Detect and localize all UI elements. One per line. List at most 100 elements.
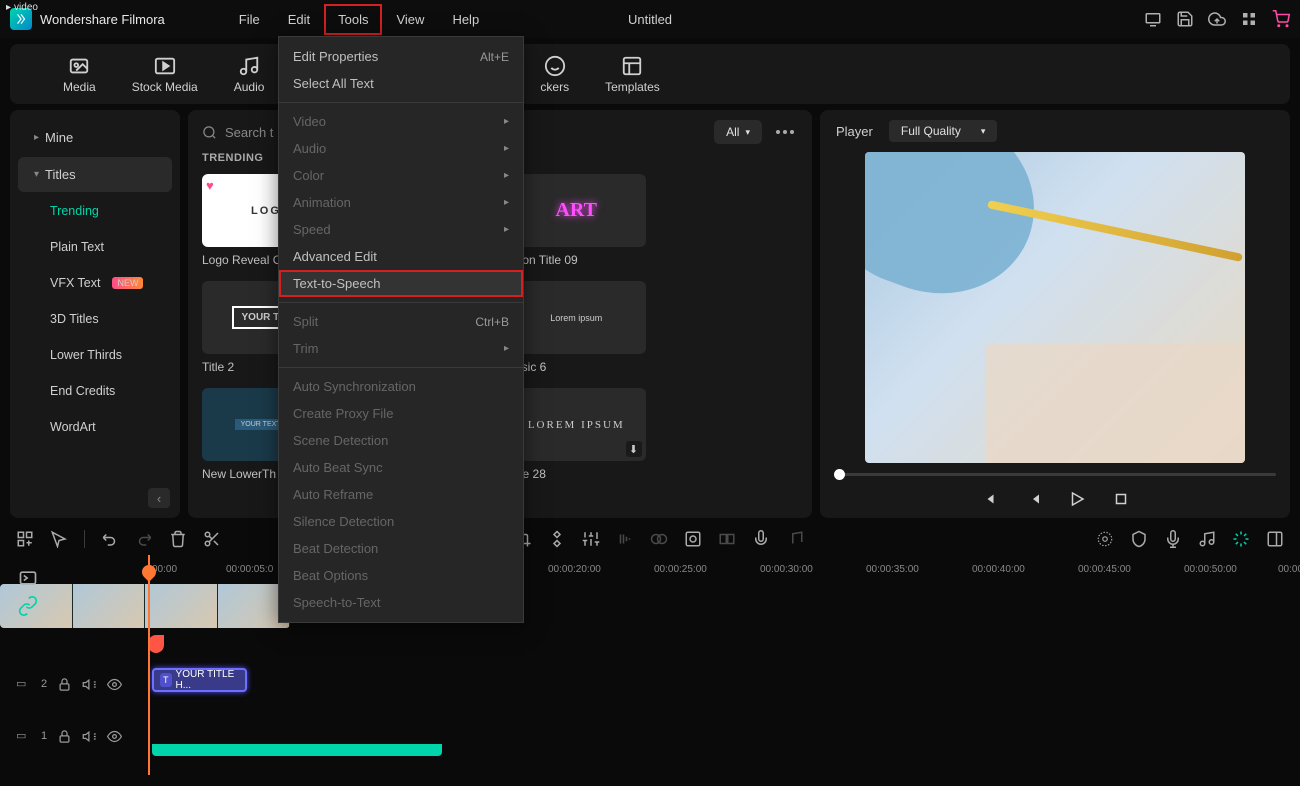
thumb-title28[interactable]: LOREM IPSUM⬇Title 28 (507, 388, 646, 481)
preview-viewport[interactable] (865, 152, 1245, 463)
voice-button[interactable] (752, 530, 770, 548)
app-name: Wondershare Filmora (40, 12, 165, 27)
lock-icon[interactable] (57, 677, 72, 692)
display-icon[interactable] (1144, 10, 1162, 28)
sidebar-wordart[interactable]: WordArt (18, 410, 172, 444)
menu-file[interactable]: File (225, 4, 274, 35)
search-icon (202, 125, 217, 140)
snap-button[interactable] (1232, 530, 1250, 548)
thumb-neon[interactable]: ARTNeon Title 09 (507, 174, 646, 267)
track-1-controls: ▭ 1 (16, 720, 144, 752)
music-button[interactable] (1198, 530, 1216, 548)
dd-silence[interactable]: Silence Detection (279, 508, 523, 535)
sidebar-plain-text[interactable]: Plain Text (18, 230, 172, 264)
mute-icon[interactable] (82, 729, 97, 744)
mask-button[interactable] (650, 530, 668, 548)
audio-mix-button[interactable] (786, 530, 804, 548)
select-tool-button[interactable] (50, 530, 68, 548)
tab-templates[interactable]: Templates (587, 55, 678, 94)
visibility-icon[interactable] (107, 729, 122, 744)
collapse-sidebar-button[interactable]: ‹ (148, 488, 170, 508)
sidebar-mine[interactable]: ▸Mine (18, 120, 172, 155)
sidebar-end-credits[interactable]: End Credits (18, 374, 172, 408)
tab-media[interactable]: Media (45, 55, 114, 94)
dd-advanced-edit[interactable]: Advanced Edit (279, 243, 523, 270)
timeline-zoom-button[interactable] (18, 568, 38, 588)
preview-scrubber[interactable] (834, 473, 1276, 476)
save-icon[interactable] (1176, 10, 1194, 28)
download-icon[interactable]: ⬇ (626, 441, 642, 457)
undo-button[interactable] (101, 530, 119, 548)
playhead[interactable] (148, 555, 150, 775)
dd-animation[interactable]: Animation▸ (279, 189, 523, 216)
tab-stock-media[interactable]: Stock Media (114, 55, 216, 94)
dd-text-to-speech[interactable]: Text-to-Speech (279, 270, 523, 297)
cloud-icon[interactable] (1208, 10, 1226, 28)
filter-all-dropdown[interactable]: All▾ (714, 120, 762, 144)
keyframe-button[interactable] (548, 530, 566, 548)
mute-icon[interactable] (82, 677, 97, 692)
dd-edit-properties[interactable]: Edit PropertiesAlt+E (279, 43, 523, 70)
group-button[interactable] (718, 530, 736, 548)
more-options-button[interactable] (772, 126, 798, 138)
chroma-button[interactable] (684, 530, 702, 548)
dd-color[interactable]: Color▸ (279, 162, 523, 189)
track-type-icon: ▭ (16, 729, 31, 744)
dd-reframe[interactable]: Auto Reframe (279, 481, 523, 508)
marker[interactable] (148, 635, 164, 653)
tab-audio[interactable]: Audio (216, 55, 283, 94)
dd-beat-sync[interactable]: Auto Beat Sync (279, 454, 523, 481)
delete-button[interactable] (169, 530, 187, 548)
add-track-button[interactable] (16, 530, 34, 548)
prev-frame-button[interactable] (980, 490, 998, 508)
marker-button[interactable] (1130, 530, 1148, 548)
favorite-icon[interactable]: ♥ (206, 178, 214, 193)
thumb-basic6[interactable]: Lorem ipsumBasic 6 (507, 281, 646, 374)
sidebar-3d-titles[interactable]: 3D Titles (18, 302, 172, 336)
menu-help[interactable]: Help (438, 4, 493, 35)
render-button[interactable] (1096, 530, 1114, 548)
expand-button[interactable] (1266, 530, 1284, 548)
dd-beat-detect[interactable]: Beat Detection (279, 535, 523, 562)
visibility-icon[interactable] (107, 677, 122, 692)
video-clip[interactable]: ▸video (0, 584, 290, 628)
stop-button[interactable] (1112, 490, 1130, 508)
audio-waveform[interactable] (152, 744, 442, 756)
apps-icon[interactable] (1240, 10, 1258, 28)
sidebar-lower-thirds[interactable]: Lower Thirds (18, 338, 172, 372)
timeline-link-button[interactable] (18, 596, 38, 616)
sidebar-titles[interactable]: ▾Titles (18, 157, 172, 192)
cart-icon[interactable] (1272, 10, 1290, 28)
dd-select-all[interactable]: Select All Text (279, 70, 523, 97)
dd-stt[interactable]: Speech-to-Text (279, 589, 523, 616)
dd-scene[interactable]: Scene Detection (279, 427, 523, 454)
redo-button[interactable] (135, 530, 153, 548)
tab-stickers[interactable]: ckers (522, 55, 587, 94)
record-button[interactable] (1164, 530, 1182, 548)
sidebar-trending[interactable]: Trending (18, 194, 172, 228)
quality-dropdown[interactable]: Full Quality▾ (889, 120, 998, 142)
play-button[interactable] (1068, 490, 1086, 508)
step-back-button[interactable] (1024, 490, 1042, 508)
cut-button[interactable] (203, 530, 221, 548)
menu-edit[interactable]: Edit (274, 4, 324, 35)
dd-trim[interactable]: Trim▸ (279, 335, 523, 362)
speed-button[interactable] (616, 530, 634, 548)
track-type-icon: ▭ (16, 677, 31, 692)
dd-video[interactable]: Video▸ (279, 108, 523, 135)
track-2-controls: ▭ 2 (16, 668, 144, 700)
lock-icon[interactable] (57, 729, 72, 744)
dd-auto-sync[interactable]: Auto Synchronization (279, 373, 523, 400)
dd-speed[interactable]: Speed▸ (279, 216, 523, 243)
document-title: Untitled (628, 12, 672, 27)
text-clip[interactable]: TYOUR TITLE H... (152, 668, 247, 692)
dd-split[interactable]: SplitCtrl+B (279, 308, 523, 335)
menu-tools[interactable]: Tools (324, 4, 382, 35)
tools-dropdown: Edit PropertiesAlt+E Select All Text Vid… (278, 36, 524, 623)
dd-beat-opts[interactable]: Beat Options (279, 562, 523, 589)
sidebar-vfx-text[interactable]: VFX TextNEW (18, 266, 172, 300)
adjust-button[interactable] (582, 530, 600, 548)
menu-view[interactable]: View (382, 4, 438, 35)
dd-proxy[interactable]: Create Proxy File (279, 400, 523, 427)
dd-audio[interactable]: Audio▸ (279, 135, 523, 162)
